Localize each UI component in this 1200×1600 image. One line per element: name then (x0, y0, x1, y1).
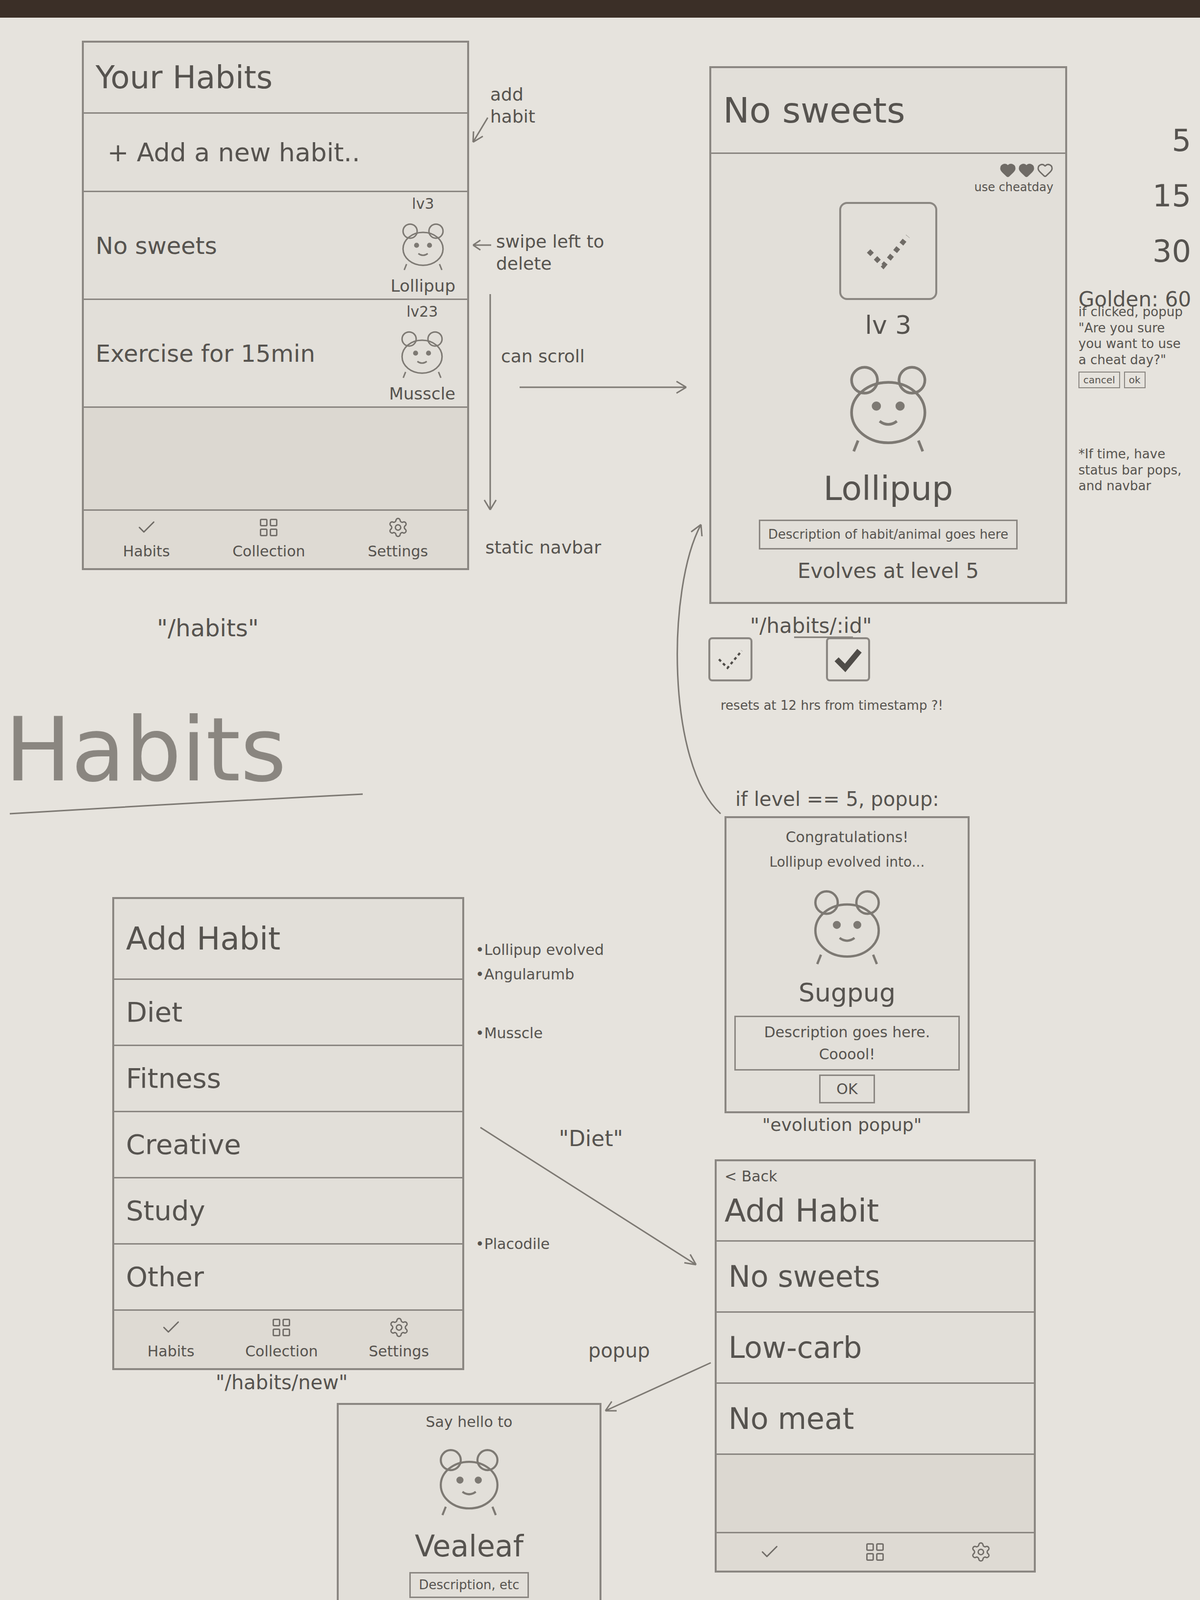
note: swipe left to delete (496, 230, 609, 275)
check-icon[interactable] (758, 1541, 781, 1563)
creature-note: •Angularumb (475, 963, 575, 986)
gear-icon (387, 516, 409, 539)
add-habit-frame: Add HabitDietFitnessCreativeStudyOtherHa… (112, 897, 465, 1371)
route-label: "/habits/new" (215, 1367, 348, 1398)
creature-icon (393, 214, 453, 274)
nav-item[interactable]: Habits (123, 516, 171, 563)
creature-icon (800, 876, 894, 970)
navbar: Habits Collection Settings (83, 510, 468, 569)
note: resets at 12 hrs from timestamp ?! (720, 696, 944, 716)
demo-checkbox[interactable] (825, 637, 871, 682)
check-icon (858, 221, 918, 281)
grid-icon[interactable] (864, 1541, 886, 1563)
habit-option[interactable]: Low-carb (716, 1312, 1034, 1384)
arrow-label: popup (588, 1335, 650, 1366)
check-icon (830, 642, 866, 677)
grid-icon (270, 1316, 293, 1339)
category-row[interactable]: Study (114, 1178, 463, 1245)
description-box: Description of habit/animal goes here (758, 519, 1018, 550)
creature-icon (834, 350, 943, 458)
empty-row (83, 407, 468, 511)
back-button[interactable]: < Back (724, 1165, 1026, 1188)
popup-label: "evolution popup" (762, 1111, 922, 1139)
heart-icon[interactable] (1036, 161, 1054, 179)
evolution-popup: Congratulations!Lollipup evolved into...… (724, 816, 970, 1114)
add-habit-row[interactable]: + Add a new habit.. (83, 113, 468, 193)
note: add habit (490, 83, 574, 128)
route-label: "/habits" (156, 610, 259, 646)
description-box: Description goes here. Cooool! (734, 1015, 960, 1071)
creature-note: •Musscle (475, 1022, 543, 1045)
detail-frame: No sweetsuse cheatdaylv 3LollipupDescrip… (709, 66, 1068, 604)
heart-icon[interactable] (1018, 161, 1035, 179)
creature-icon (427, 1436, 511, 1521)
navbar (716, 1533, 1034, 1571)
grid-icon (257, 516, 280, 539)
note: static navbar (485, 534, 601, 561)
gear-icon[interactable] (970, 1541, 992, 1563)
habit-option[interactable]: No meat (716, 1383, 1034, 1455)
frame-title: Your Habits (83, 42, 468, 114)
frame-title: Add Habit (724, 1187, 1026, 1235)
empty-row (716, 1454, 1034, 1534)
sketch-page: Your Habits+ Add a new habit..No sweetsl… (0, 0, 1200, 1600)
nav-item[interactable]: Habits (147, 1316, 195, 1363)
nav-item[interactable]: Settings (368, 1316, 429, 1363)
category-row[interactable]: Fitness (114, 1046, 463, 1113)
description-box: Description, etc (409, 1572, 529, 1599)
note: if level == 5, popup: (735, 784, 940, 814)
creature-note: •Placodile (475, 1232, 550, 1255)
nav-item[interactable]: Collection (232, 516, 305, 563)
habit-row[interactable]: Exercise for 15minlv23Musscle (83, 300, 468, 408)
desk-background (0, 0, 1200, 18)
diet-frame: < BackAdd Habit No sweetsLow-carbNo meat (714, 1159, 1036, 1573)
arrow-label: "Diet" (558, 1122, 624, 1155)
nav-item[interactable]: Settings (367, 516, 428, 563)
gear-icon (388, 1316, 410, 1339)
check-demo (708, 637, 871, 682)
habit-row[interactable]: No sweetslv3Lollipup (83, 192, 468, 300)
check-icon (135, 516, 158, 539)
note: *If time, have status bar pops, and navb… (1078, 446, 1191, 495)
route-label: "/habits/:id" (750, 610, 872, 642)
hello-popup: Say hello toVealeafDescription, etc (336, 1402, 602, 1600)
frame-title: No sweets (711, 68, 1066, 154)
creature-icon (392, 322, 452, 382)
section-heading: Habits (4, 705, 287, 795)
nav-item[interactable]: Collection (245, 1316, 318, 1363)
popup-button[interactable]: ok (1124, 371, 1146, 389)
navbar: Habits Collection Settings (114, 1310, 463, 1369)
popup-button[interactable]: cancel (1078, 371, 1121, 389)
habit-option[interactable]: No sweets (716, 1241, 1034, 1313)
demo-checkbox[interactable] (708, 637, 753, 682)
check-icon (713, 642, 748, 677)
frame-title: Add Habit (114, 899, 463, 980)
cheat-note: if clicked, popup "Are you sure you want… (1078, 303, 1191, 389)
category-row[interactable]: Creative (114, 1112, 463, 1179)
creature-note: •Lollipup evolved (475, 938, 604, 961)
habit-checkbox[interactable] (839, 201, 938, 300)
note: can scroll (500, 343, 585, 370)
streak-levels: 51530Golden: 60 (1078, 117, 1192, 315)
category-row[interactable]: Diet (114, 979, 463, 1047)
category-row[interactable]: Other (114, 1244, 463, 1311)
habits-frame: Your Habits+ Add a new habit..No sweetsl… (81, 40, 470, 571)
heart-icon[interactable] (999, 161, 1017, 179)
check-icon (160, 1316, 182, 1339)
ok-button[interactable]: OK (819, 1074, 875, 1104)
